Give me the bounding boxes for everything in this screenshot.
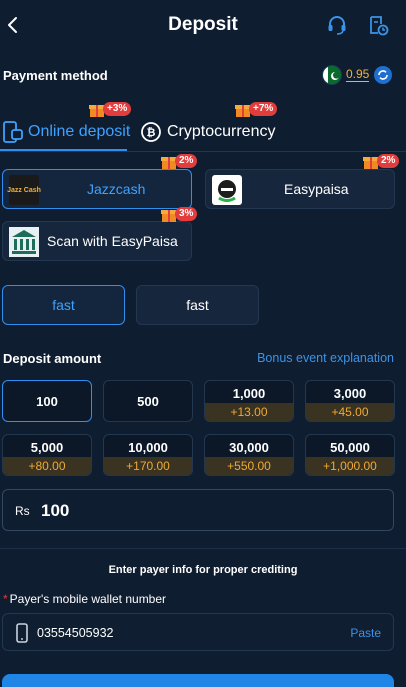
amount-input-value: 100 — [41, 501, 70, 520]
channel-easypaisa-label: Easypaisa — [284, 181, 349, 197]
jazzcash-logo: Jazz Cash — [7, 175, 41, 205]
online-deposit-bonus-badge: +3% — [88, 100, 132, 118]
amount-option-5000[interactable]: 5,000 +80.00 — [2, 434, 92, 476]
section-divider — [0, 548, 406, 549]
amount-bonus: +80.00 — [3, 457, 91, 475]
tab-online-deposit-label: Online deposit — [28, 123, 131, 140]
balance-display: 0.95 — [322, 64, 394, 86]
required-marker: * — [3, 592, 8, 606]
amount-input[interactable]: Rs 100 — [2, 489, 394, 531]
deposit-amount-label: Deposit amount — [3, 351, 102, 366]
amount-bonus: +45.00 — [306, 403, 394, 421]
phone-icon — [16, 623, 28, 643]
amount-option-3000[interactable]: 3,000 +45.00 — [305, 380, 395, 422]
payer-info-hint: Enter payer info for proper crediting — [108, 564, 298, 576]
crypto-bonus-badge: +7% — [234, 100, 278, 118]
scan-easypaisa-bonus-badge: 3% — [160, 205, 198, 223]
channel-jazzcash[interactable]: Jazz Cash Jazzcash — [2, 169, 192, 209]
amount-option-500[interactable]: 500 — [103, 380, 193, 422]
payment-method-label: Payment method — [3, 68, 108, 83]
channel-scan-easypaisa-label: Scan with EasyPaisa — [47, 233, 178, 249]
amount-bonus: +550.00 — [205, 457, 293, 475]
easypaisa-logo — [212, 175, 242, 205]
refresh-icon[interactable] — [373, 65, 393, 85]
amount-option-100[interactable]: 100 — [2, 380, 92, 422]
header: Deposit — [0, 0, 406, 50]
bonus-explanation-link[interactable]: Bonus event explanation — [257, 351, 394, 365]
mobile-wallet-input[interactable]: 03554505932 Paste — [2, 613, 394, 651]
channel-easypaisa[interactable]: Easypaisa — [205, 169, 395, 209]
channel-scan-easypaisa[interactable]: Scan with EasyPaisa — [2, 221, 192, 261]
tab-online-deposit[interactable]: Online deposit — [2, 118, 130, 146]
mobile-wallet-value: 03554505932 — [37, 626, 114, 640]
amount-option-1000[interactable]: 1,000 +13.00 — [204, 380, 294, 422]
jazzcash-bonus-badge: 2% — [160, 152, 198, 170]
deposit-type-tabs: Online deposit ₿ Cryptocurrency — [0, 110, 406, 152]
pakistan-flag-icon — [322, 65, 342, 85]
balance-value: 0.95 — [346, 67, 370, 82]
tab-cryptocurrency-label: Cryptocurrency — [167, 123, 276, 140]
mobile-wallet-icon — [3, 121, 23, 143]
deposit-history-icon[interactable] — [367, 14, 389, 36]
paste-button[interactable]: Paste — [350, 626, 381, 640]
amount-bonus: +1,000.00 — [306, 457, 394, 475]
tab-cryptocurrency[interactable]: ₿ Cryptocurrency — [140, 118, 275, 146]
crypto-coin-icon: ₿ — [141, 122, 161, 142]
svg-text:₿: ₿ — [147, 127, 156, 139]
easypaisa-bonus-badge: 2% — [362, 152, 400, 170]
speed-option-2[interactable]: fast — [136, 285, 259, 325]
amount-option-30000[interactable]: 30,000 +550.00 — [204, 434, 294, 476]
submit-deposit-button[interactable] — [2, 674, 394, 687]
bank-building-icon — [9, 227, 39, 257]
tabs-divider — [0, 151, 406, 152]
amount-option-50000[interactable]: 50,000 +1,000.00 — [305, 434, 395, 476]
speed-option-1[interactable]: fast — [2, 285, 125, 325]
mobile-wallet-label: * Payer's mobile wallet number — [3, 592, 167, 606]
channel-jazzcash-label: Jazzcash — [87, 181, 146, 197]
customer-service-icon[interactable] — [326, 14, 348, 36]
amount-option-10000[interactable]: 10,000 +170.00 — [103, 434, 193, 476]
amount-bonus: +170.00 — [104, 457, 192, 475]
currency-symbol: Rs — [15, 504, 30, 518]
amount-bonus: +13.00 — [205, 403, 293, 421]
